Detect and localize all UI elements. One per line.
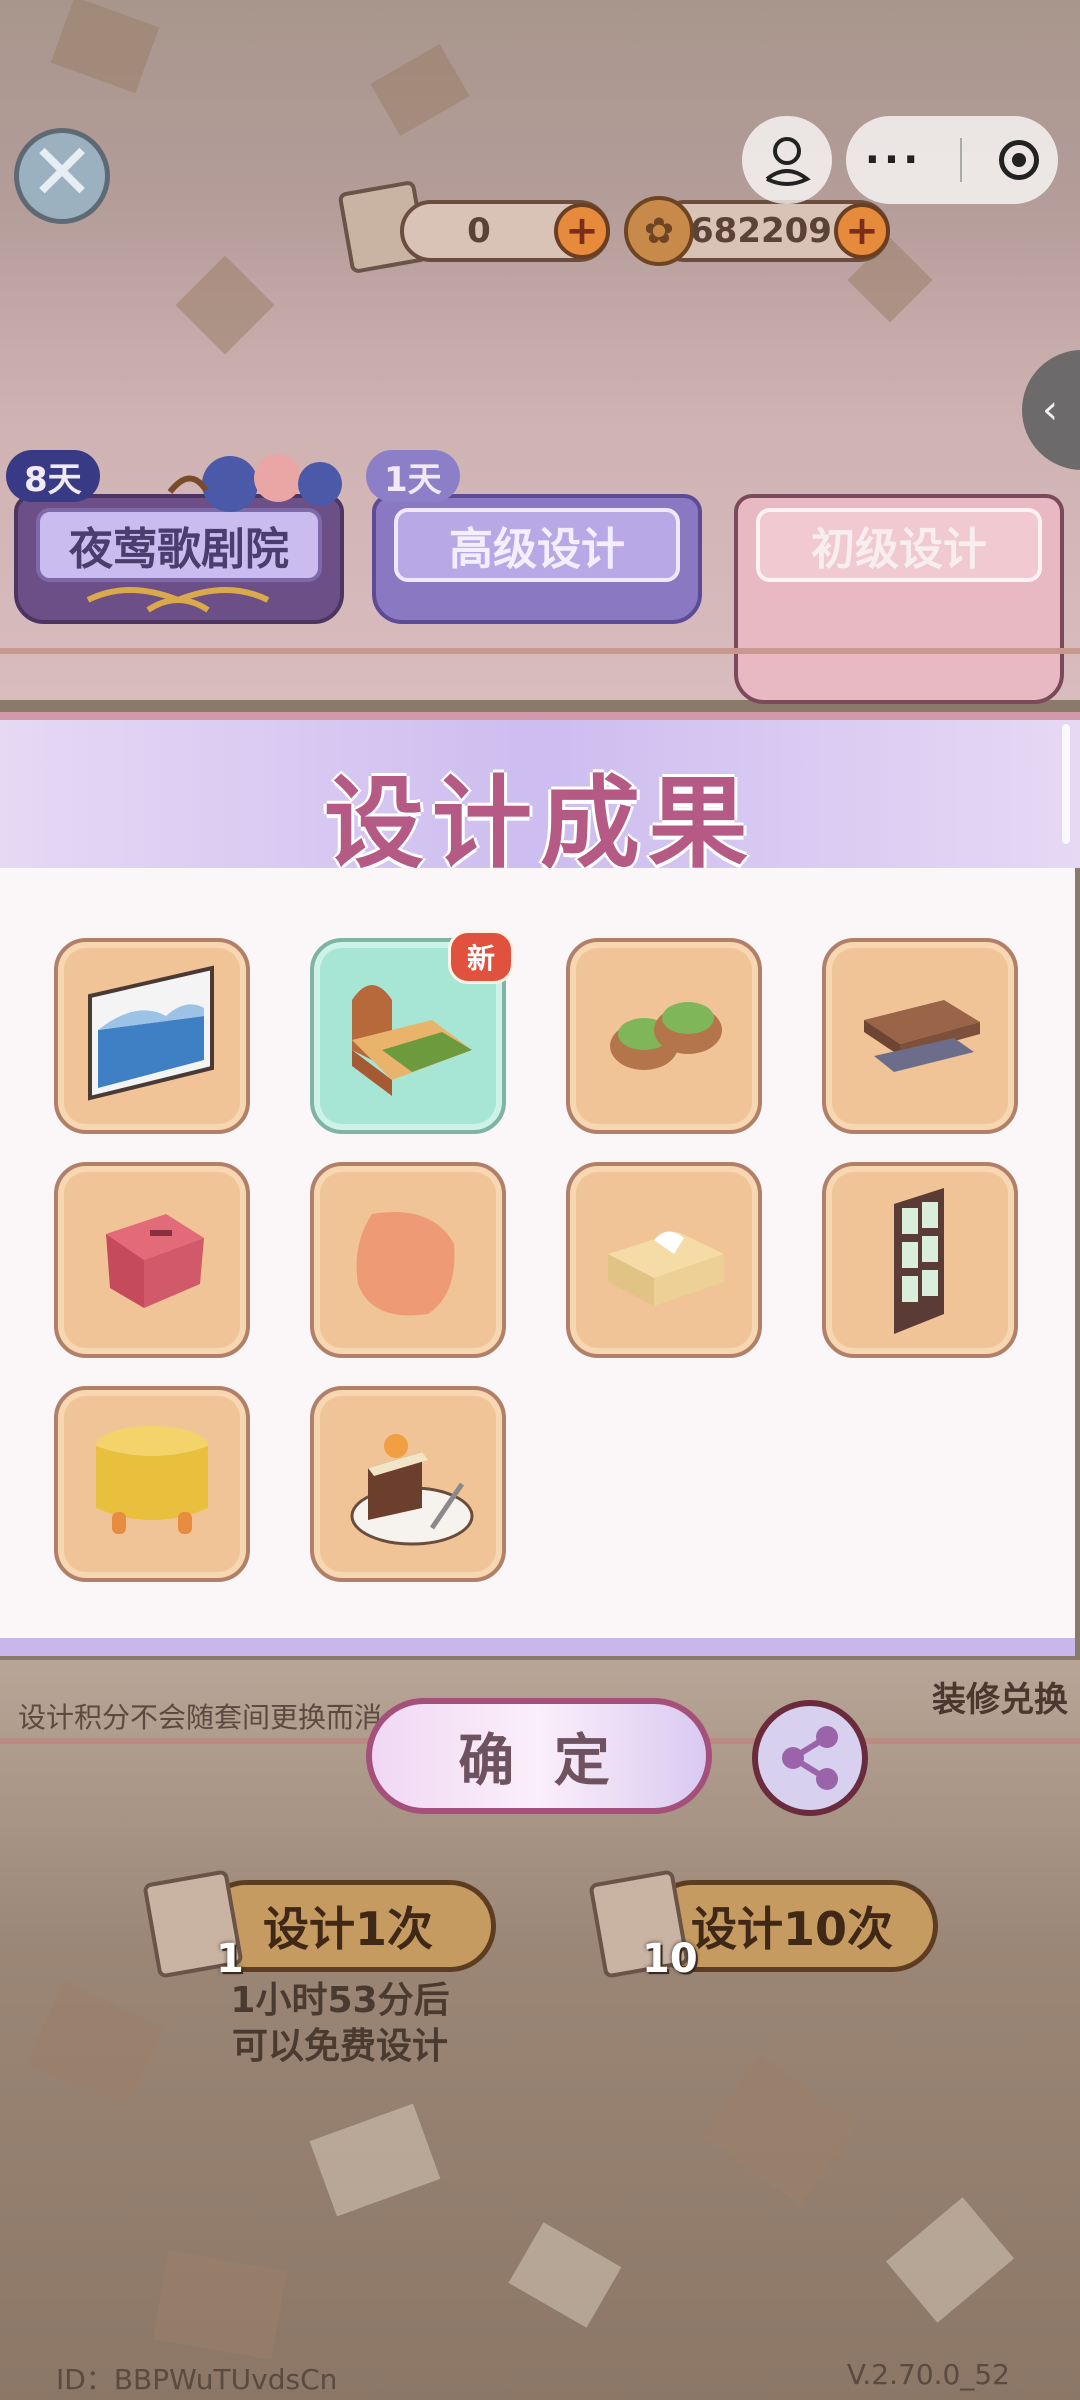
tab-basic-design[interactable]: 初级设计 xyxy=(734,494,1064,704)
window-icon xyxy=(894,1188,944,1334)
capsule-divider xyxy=(959,138,962,182)
tab-badge-days: 1天 xyxy=(366,450,460,502)
ottoman-icon xyxy=(96,1426,208,1534)
tab-advanced-design[interactable]: 高级设计 xyxy=(372,494,702,624)
tab-label: 初级设计 xyxy=(756,508,1042,582)
results-title: 设计成果 xyxy=(324,765,756,882)
coin-icon: ✿ xyxy=(624,196,694,266)
person-icon xyxy=(765,137,811,186)
decor-exchange-button[interactable]: 装修兑换 xyxy=(932,1672,1068,1721)
close-button[interactable]: ✕ xyxy=(14,128,110,224)
free-timer-line: 可以免费设计 xyxy=(231,2026,448,2067)
tab-label: 高级设计 xyxy=(394,508,680,582)
stool-icon xyxy=(106,1214,204,1308)
player-id: ID：BBPWuTUvdsCn xyxy=(56,2363,338,2396)
cushion-icon xyxy=(356,1212,455,1316)
new-badge: 新 xyxy=(447,930,514,984)
tab-badge-days: 8天 xyxy=(6,450,100,502)
item-coffee-table[interactable] xyxy=(822,938,1018,1134)
item-cake-slice[interactable] xyxy=(310,1386,506,1582)
design-once-button[interactable]: 设计1次 xyxy=(200,1880,496,1972)
add-coin-button[interactable]: + xyxy=(834,203,890,259)
close-icon: ✕ xyxy=(29,128,95,218)
design-once-cost: 1 xyxy=(216,1936,244,1982)
scroll-count: 0 xyxy=(467,211,491,251)
item-wooden-window[interactable] xyxy=(822,1162,1018,1358)
confirm-button[interactable]: 确 定 xyxy=(366,1698,712,1814)
more-menu-icon[interactable]: ··· xyxy=(865,137,923,183)
item-yellow-ottoman[interactable] xyxy=(54,1386,250,1582)
miniprogram-capsule: ··· xyxy=(846,116,1058,204)
ornament-icon xyxy=(86,587,270,613)
exit-target-icon[interactable] xyxy=(999,140,1040,180)
shelf-line xyxy=(0,648,1080,654)
item-green-bed[interactable]: 新 xyxy=(310,930,514,1134)
chevron-left-icon: ‹ xyxy=(1042,387,1058,433)
share-button[interactable] xyxy=(752,1700,868,1816)
item-tissue-box[interactable] xyxy=(566,1162,762,1358)
item-red-stool[interactable] xyxy=(54,1162,250,1358)
scrollbar[interactable] xyxy=(1062,724,1070,844)
cake-icon xyxy=(350,1434,474,1546)
points-hint: 设计积分不会随套间更换而消 xyxy=(18,1701,383,1734)
free-design-timer: 1小时53分后 可以免费设计 xyxy=(150,1978,530,2070)
painting-icon xyxy=(88,965,214,1101)
results-footer xyxy=(0,1638,1075,1656)
tissue-box-icon xyxy=(608,1231,724,1306)
flower-decoration-icon xyxy=(167,454,342,512)
free-timer-line: 1小时53分后 xyxy=(230,1980,450,2021)
design-ten-cost: 10 xyxy=(642,1936,698,1982)
slippers-icon xyxy=(610,1002,722,1070)
add-scroll-button[interactable]: + xyxy=(554,203,610,259)
design-ten-label: 设计10次 xyxy=(690,1902,893,1956)
table-icon xyxy=(864,1000,980,1072)
scroll-counter: 0 + xyxy=(400,200,610,262)
design-once-label: 设计1次 xyxy=(262,1902,433,1956)
results-grid: 新 xyxy=(0,868,1075,1638)
results-header: 设计成果 xyxy=(0,712,1080,882)
share-icon xyxy=(782,1726,838,1790)
item-green-slippers[interactable] xyxy=(566,938,762,1134)
version-label: V.2.70.0_52 xyxy=(846,2358,1010,2391)
item-landscape-painting[interactable] xyxy=(54,938,250,1134)
item-orange-cushion[interactable] xyxy=(310,1162,506,1358)
avatar-button[interactable] xyxy=(742,116,832,204)
